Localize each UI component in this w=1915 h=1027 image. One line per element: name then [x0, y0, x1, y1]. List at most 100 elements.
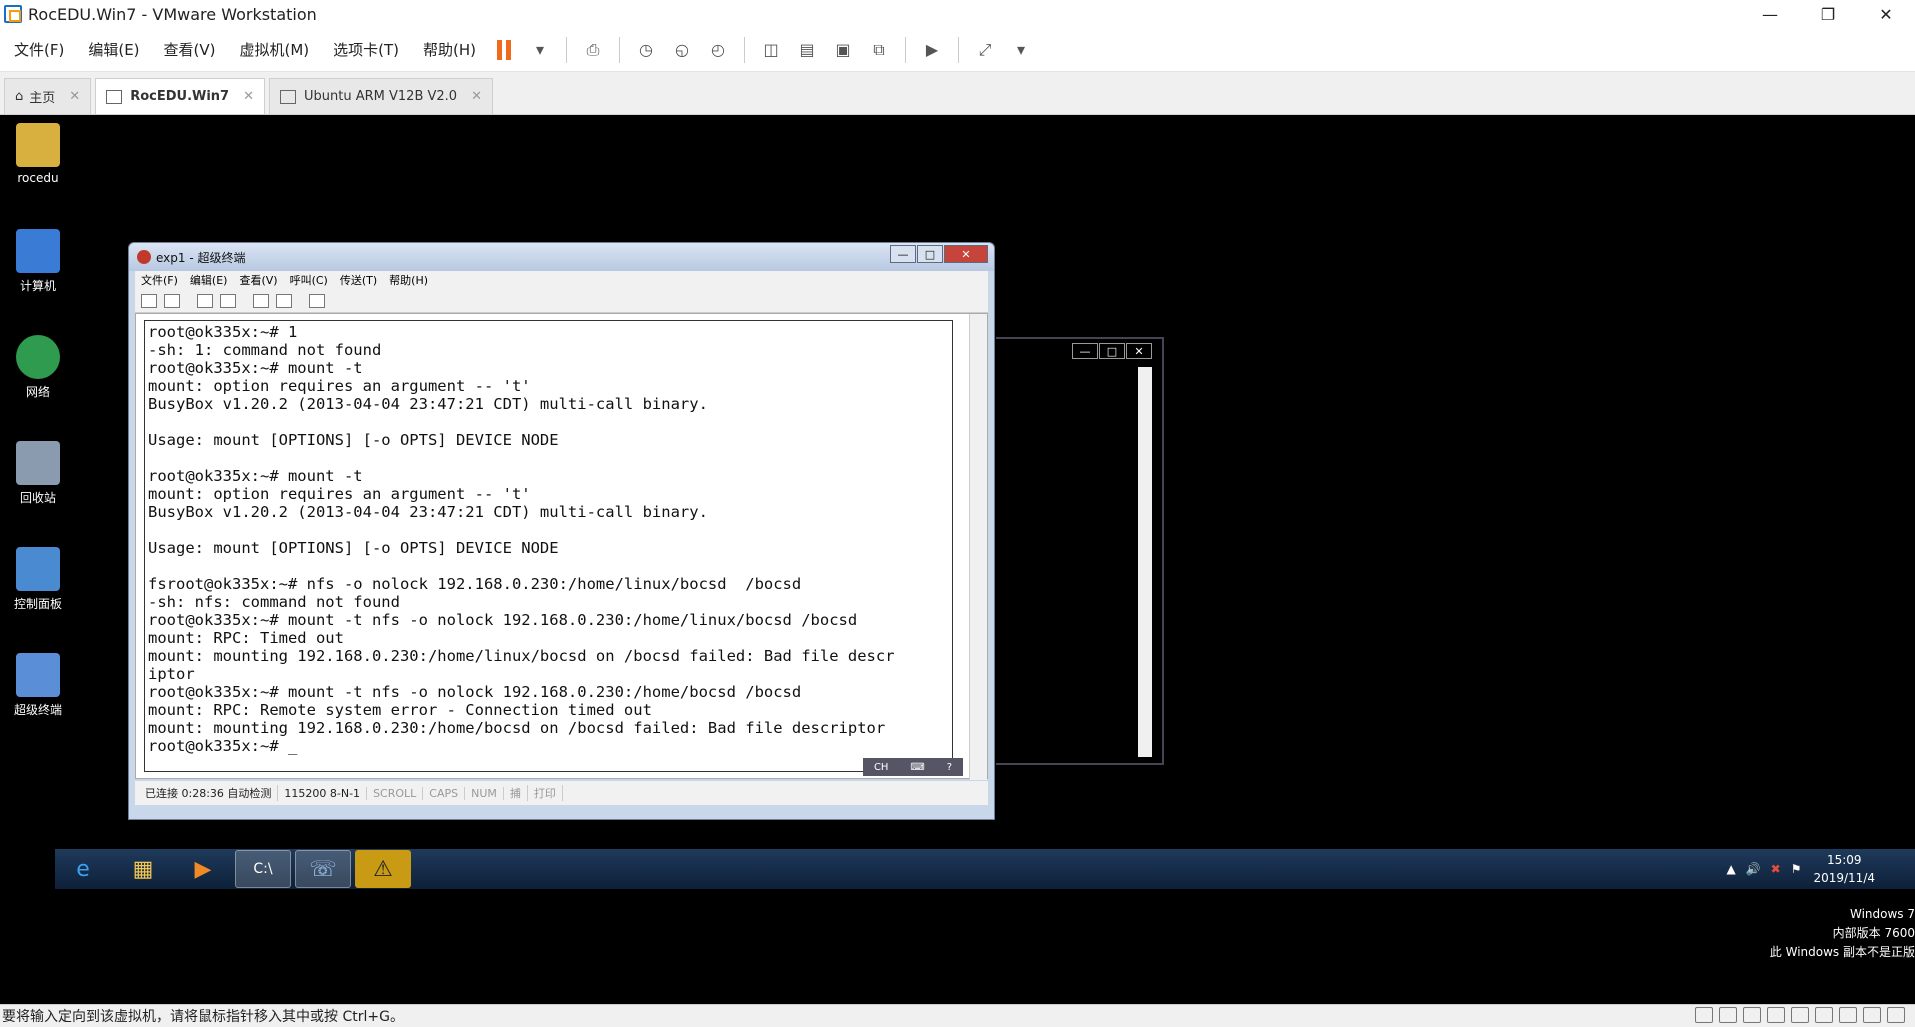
menu-tabs[interactable]: 选项卡(T): [323, 39, 409, 60]
open-icon[interactable]: [164, 293, 180, 308]
chevron-down-icon[interactable]: ▾: [525, 35, 555, 65]
window-title: RocEDU.Win7 - VMware Workstation: [28, 4, 317, 24]
vm-icon: [280, 89, 297, 104]
hyperterminal-title: exp1 - 超级终端: [156, 250, 246, 265]
disconnect-icon[interactable]: [220, 293, 236, 308]
close-button[interactable]: ✕: [1126, 343, 1152, 359]
minimize-button[interactable]: —: [1072, 343, 1098, 359]
desktop-icon-recycle-bin[interactable]: 回收站: [8, 441, 68, 506]
desktop-icon-hyperterminal[interactable]: 超级终端: [8, 653, 68, 718]
tab-home[interactable]: ⌂ 主页 ✕: [4, 78, 92, 114]
cd-rom-icon[interactable]: [1719, 1007, 1737, 1023]
ime-label: CH: [873, 761, 889, 773]
printer-icon[interactable]: [1791, 1007, 1809, 1023]
maximize-button[interactable]: □: [917, 245, 943, 263]
snapshot-manager-icon[interactable]: ◴: [703, 35, 733, 65]
thumbnail-view-icon[interactable]: ▤: [792, 35, 822, 65]
console-view-icon[interactable]: ▶: [917, 35, 947, 65]
taskbar-explorer[interactable]: ▦: [115, 850, 171, 888]
fullscreen-icon[interactable]: ▣: [828, 35, 858, 65]
ime-bar[interactable]: CH ⌨ ?: [863, 758, 963, 776]
vm-icon: [106, 89, 123, 104]
terminal-area[interactable]: root@ok335x:~# 1 -sh: 1: command not fou…: [135, 313, 988, 780]
menu-vm[interactable]: 虚拟机(M): [230, 39, 320, 60]
desktop-icon-label: rocedu: [17, 171, 59, 185]
help-icon[interactable]: ?: [947, 762, 952, 773]
properties-icon[interactable]: [309, 293, 325, 308]
status-caps: CAPS: [423, 786, 466, 800]
vertical-scrollbar[interactable]: [969, 314, 987, 780]
background-console-window[interactable]: — □ ✕: [996, 337, 1164, 765]
hyperterminal-window[interactable]: exp1 - 超级终端 — □ ✕ 文件(F) 编辑(E) 查看(V) 呼叫(C…: [128, 242, 995, 820]
windows-watermark: Windows 7 内部版本 7600 此 Windows 副本不是正版: [1770, 905, 1915, 962]
message-icon[interactable]: [1887, 1007, 1905, 1023]
desktop-icon-computer[interactable]: 计算机: [8, 229, 68, 294]
show-hidden-icons-icon[interactable]: ▲: [1726, 862, 1735, 876]
hyperterminal-title-bar[interactable]: exp1 - 超级终端 — □ ✕: [129, 243, 994, 271]
menu-transfer[interactable]: 传送(T): [340, 272, 377, 288]
vmware-logo-icon: [4, 5, 22, 23]
menu-edit[interactable]: 编辑(E): [190, 272, 228, 288]
status-num: NUM: [465, 786, 504, 800]
library-view-icon[interactable]: ◫: [756, 35, 786, 65]
vmware-title-bar: RocEDU.Win7 - VMware Workstation — ❐ ✕: [0, 0, 1915, 28]
snapshot-icon[interactable]: ◷: [631, 35, 661, 65]
menu-help[interactable]: 帮助(H): [389, 272, 428, 288]
unity-icon[interactable]: ⧉: [864, 35, 894, 65]
menu-file[interactable]: 文件(F): [4, 39, 74, 60]
recycle-bin-icon: [16, 441, 60, 485]
send-file-icon[interactable]: [253, 293, 269, 308]
vertical-scrollbar[interactable]: [1138, 367, 1152, 757]
close-button[interactable]: ✕: [944, 245, 988, 263]
send-ctrl-alt-del-icon[interactable]: ⎙: [578, 35, 608, 65]
close-icon[interactable]: ✕: [69, 89, 80, 104]
sound-icon[interactable]: [1815, 1007, 1833, 1023]
taskbar-media-player[interactable]: ▶: [175, 850, 231, 888]
menu-file[interactable]: 文件(F): [141, 272, 178, 288]
tab-rocedu-win7[interactable]: RocEDU.Win7 ✕: [95, 78, 266, 114]
volume-icon[interactable]: 🔊: [1746, 862, 1761, 876]
vmware-tab-strip: ⌂ 主页 ✕ RocEDU.Win7 ✕ Ubuntu ARM V12B V2.…: [0, 72, 1915, 115]
status-scroll: SCROLL: [367, 786, 424, 800]
desktop-icon-control-panel[interactable]: 控制面板: [8, 547, 68, 612]
usb-icon[interactable]: [1767, 1007, 1785, 1023]
close-button[interactable]: ✕: [1857, 0, 1915, 28]
close-icon[interactable]: ✕: [243, 89, 254, 104]
menu-edit[interactable]: 编辑(E): [78, 39, 149, 60]
serial-port-icon[interactable]: [1839, 1007, 1857, 1023]
network-adapter-icon[interactable]: [1743, 1007, 1761, 1023]
watermark-line: 内部版本 7600: [1832, 926, 1915, 940]
minimize-button[interactable]: —: [1741, 0, 1799, 28]
stretch-icon[interactable]: ⤢: [970, 35, 1000, 65]
taskbar-console[interactable]: C:\: [235, 850, 291, 888]
pause-icon[interactable]: [489, 35, 519, 65]
revert-snapshot-icon[interactable]: ◵: [667, 35, 697, 65]
taskbar-ie[interactable]: e: [55, 850, 111, 888]
minimize-button[interactable]: —: [890, 245, 916, 263]
keyboard-icon[interactable]: ⌨: [910, 762, 924, 773]
menu-call[interactable]: 呼叫(C): [290, 272, 328, 288]
watermark-line: Windows 7: [1849, 907, 1915, 921]
new-icon[interactable]: [141, 293, 157, 308]
menu-help[interactable]: 帮助(H): [413, 39, 486, 60]
hard-disk-icon[interactable]: [1695, 1007, 1713, 1023]
status-port: 115200 8-N-1: [278, 786, 368, 800]
action-center-icon[interactable]: ⚑: [1791, 862, 1802, 876]
desktop-icon-network[interactable]: 网络: [8, 335, 68, 400]
display-icon[interactable]: [1863, 1007, 1881, 1023]
taskbar-warning[interactable]: ⚠: [355, 850, 411, 888]
terminal-output: root@ok335x:~# 1 -sh: 1: command not fou…: [148, 323, 895, 755]
call-icon[interactable]: [197, 293, 213, 308]
maximize-button[interactable]: □: [1099, 343, 1125, 359]
tab-ubuntu-arm[interactable]: Ubuntu ARM V12B V2.0 ✕: [269, 78, 493, 114]
chevron-down-icon[interactable]: ▾: [1006, 35, 1036, 65]
receive-file-icon[interactable]: [276, 293, 292, 308]
taskbar-hyperterminal[interactable]: ☏: [295, 850, 351, 888]
close-icon[interactable]: ✕: [471, 89, 482, 104]
clock[interactable]: 15:09 2019/11/4: [1813, 851, 1875, 887]
desktop-icon-rocedu[interactable]: rocedu: [8, 123, 68, 185]
menu-view[interactable]: 查看(V): [239, 272, 277, 288]
menu-view[interactable]: 查看(V): [154, 39, 226, 60]
network-status-icon[interactable]: ✖: [1771, 862, 1781, 876]
restore-button[interactable]: ❐: [1799, 0, 1857, 28]
